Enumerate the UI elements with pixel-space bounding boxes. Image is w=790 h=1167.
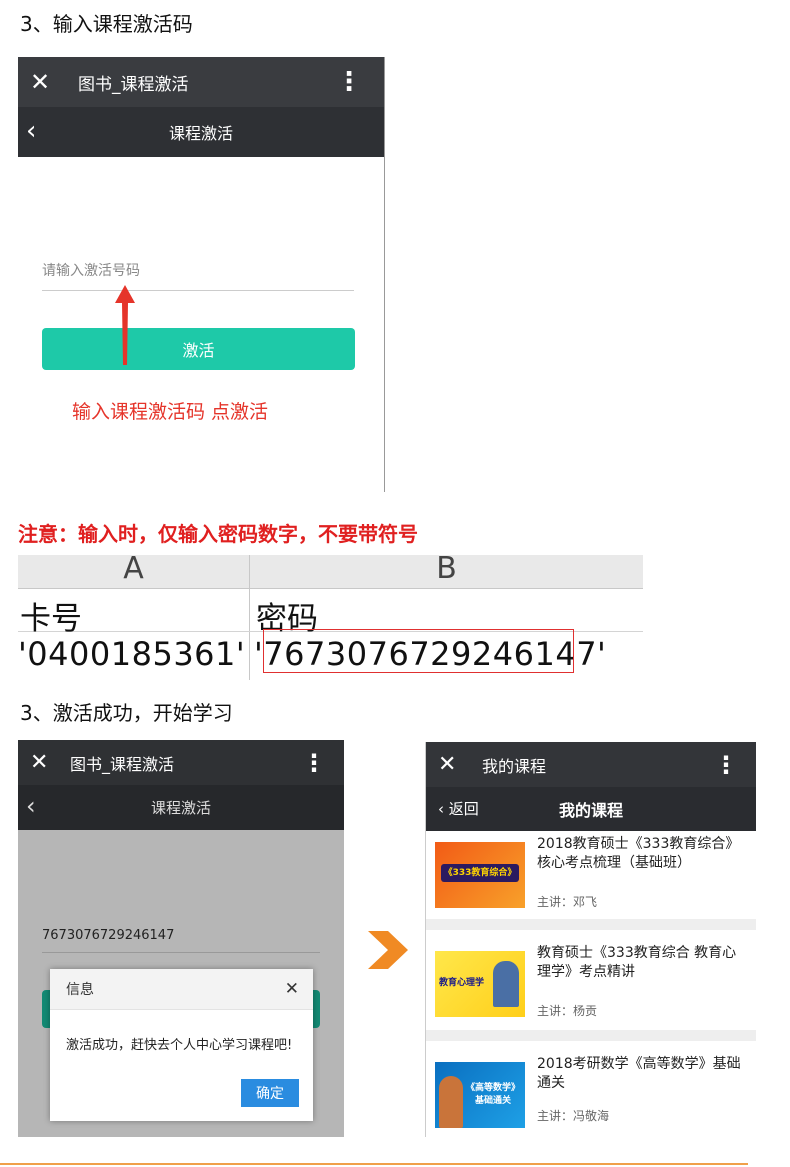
- course-title: 2018考研数学《高等数学》基础通关: [537, 1056, 741, 1091]
- thumb-label: 教育心理学: [439, 978, 485, 988]
- phone-screen-activate: ✕ 图书_课程激活 ⋮ ‹ 课程激活 请输入激活号码 激活 输入课程激活码 点激…: [18, 57, 385, 492]
- info-dialog: 信息 ✕ 激活成功，赶快去个人中心学习课程吧! 确定: [50, 969, 313, 1121]
- course-teacher: 主讲：邓飞: [537, 895, 598, 909]
- activation-code-input[interactable]: 请输入激活号码: [42, 260, 354, 291]
- page-title: 课程激活: [168, 124, 233, 143]
- column-header-a: A: [123, 551, 144, 586]
- course-teacher: 主讲：杨贡: [537, 1004, 598, 1018]
- window-title: 我的课程: [482, 756, 547, 776]
- activate-button[interactable]: 激活: [42, 328, 355, 370]
- confirm-button[interactable]: 确定: [241, 1079, 299, 1107]
- dialog-message: 激活成功，赶快去个人中心学习课程吧!: [66, 1038, 293, 1053]
- close-icon[interactable]: ✕: [30, 68, 62, 96]
- course-thumbnail: 教育心理学: [435, 951, 525, 1017]
- course-title: 教育硕士《333教育综合 教育心理学》考点精讲: [537, 945, 737, 980]
- more-menu-icon[interactable]: ⋮: [302, 751, 326, 775]
- back-arrow-icon[interactable]: ‹: [26, 792, 36, 820]
- teacher-photo: [439, 1076, 463, 1128]
- page-title: 我的课程: [558, 801, 623, 820]
- activation-code-input[interactable]: 7673076729246147: [42, 928, 320, 953]
- cell-card-number-header: 卡号: [20, 601, 82, 637]
- step2-heading: 3、激活成功，开始学习: [20, 701, 233, 725]
- step1-heading: 3、输入课程激活码: [20, 12, 193, 36]
- more-menu-icon[interactable]: ⋮: [714, 753, 738, 777]
- window-titlebar: ✕ 图书_课程激活 ⋮: [18, 57, 384, 107]
- back-arrow-icon[interactable]: ‹: [26, 116, 36, 146]
- up-arrow-icon: [115, 285, 135, 365]
- course-teacher: 主讲：冯敬海: [537, 1109, 610, 1123]
- course-item[interactable]: 《333教育综合》 2018教育硕士《333教育综合》核心考点梳理（基础班） 主…: [426, 831, 756, 919]
- page-title: 课程激活: [150, 799, 211, 817]
- instruction-text: 输入课程激活码 点激活: [72, 401, 269, 423]
- window-title: 图书_课程激活: [70, 754, 175, 774]
- dialog-close-icon[interactable]: ✕: [285, 979, 299, 999]
- course-thumbnail: 《高等数学》基础通关: [435, 1062, 525, 1128]
- close-icon[interactable]: ✕: [30, 750, 62, 775]
- footer-divider: [0, 1163, 748, 1165]
- window-title: 图书_课程激活: [78, 74, 189, 95]
- page-header: ‹ 课程激活: [18, 785, 344, 830]
- phone-screen-my-courses: ✕ 我的课程 ⋮ ‹ 返回 我的课程 《333教育综合》 2018教育硕士《33…: [425, 742, 756, 1137]
- window-titlebar: ✕ 我的课程 ⋮: [426, 742, 756, 787]
- spreadsheet: A B 卡号 密码 '0400185361' '7673076729246147…: [18, 551, 643, 680]
- warning-note: 注意：输入时，仅输入密码数字，不要带符号: [18, 522, 418, 546]
- course-item[interactable]: 《高等数学》基础通关 2018考研数学《高等数学》基础通关 主讲：冯敬海: [426, 1051, 756, 1137]
- teacher-photo: [493, 961, 519, 1007]
- cell-card-number: '0400185361': [18, 635, 246, 673]
- back-label: 返回: [448, 800, 479, 818]
- password-highlight-box: [263, 629, 574, 673]
- phone-screen-success: ✕ 图书_课程激活 ⋮ ‹ 课程激活 7673076729246147 信息 ✕…: [18, 740, 344, 1137]
- close-icon[interactable]: ✕: [438, 752, 470, 777]
- dialog-header: 信息 ✕: [50, 969, 313, 1010]
- course-title: 2018教育硕士《333教育综合》核心考点梳理（基础班）: [537, 836, 740, 871]
- course-item[interactable]: 教育心理学 教育硕士《333教育综合 教育心理学》考点精讲 主讲：杨贡: [426, 940, 756, 1028]
- chevron-right-icon: [368, 931, 408, 969]
- thumb-label: 《333教育综合》: [441, 864, 519, 882]
- dialog-title: 信息: [66, 982, 94, 998]
- more-menu-icon[interactable]: ⋮: [336, 69, 362, 95]
- divider: [426, 1030, 756, 1041]
- course-thumbnail: 《333教育综合》: [435, 842, 525, 908]
- page-header: ‹ 课程激活: [18, 107, 384, 157]
- column-header-b: B: [436, 551, 457, 586]
- divider: [426, 919, 756, 930]
- page-header: ‹ 返回 我的课程: [426, 787, 756, 831]
- window-titlebar: ✕ 图书_课程激活 ⋮: [18, 740, 344, 785]
- back-button[interactable]: ‹ 返回: [438, 798, 479, 819]
- thumb-label: 《高等数学》基础通关: [465, 1083, 520, 1106]
